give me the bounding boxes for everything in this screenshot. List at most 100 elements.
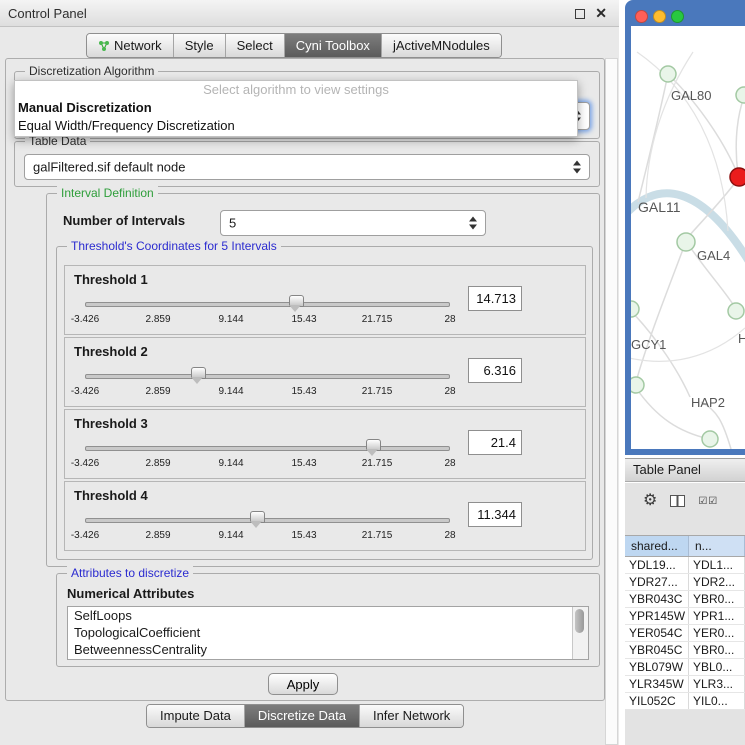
slider-track[interactable]: [85, 374, 450, 379]
apply-button[interactable]: Apply: [268, 673, 338, 695]
close-button[interactable]: [635, 10, 648, 23]
minimize-button[interactable]: [653, 10, 666, 23]
group-title-interval: Interval Definition: [57, 186, 158, 200]
dropdown-option[interactable]: Equal Width/Frequency Discretization: [15, 117, 577, 135]
table-row[interactable]: YIL052CYIL0...: [625, 693, 745, 710]
table-row[interactable]: YBL079WYBL0...: [625, 659, 745, 676]
slider-track[interactable]: [85, 518, 450, 523]
column-header[interactable]: n...: [689, 536, 745, 556]
columns-icon[interactable]: [670, 495, 685, 507]
network-node[interactable]: [660, 66, 676, 82]
threshold-slider-1[interactable]: [85, 294, 450, 314]
close-icon[interactable]: ✕: [595, 5, 607, 22]
threshold-slider-3[interactable]: [85, 438, 450, 458]
scale-label: 15.43: [291, 386, 316, 397]
table-row[interactable]: YBR045CYBR0...: [625, 642, 745, 659]
algorithm-dropdown: Select algorithm to view settings Manual…: [14, 80, 578, 137]
tab-impute-data[interactable]: Impute Data: [147, 705, 244, 727]
network-node[interactable]: [730, 168, 745, 186]
scale-label: 9.144: [218, 314, 243, 325]
network-node[interactable]: [631, 301, 639, 317]
network-edge[interactable]: [638, 74, 668, 202]
tab-strip: NetworkStyle Select Cyni ToolboxjActiveMNo…: [86, 33, 502, 58]
table-cell: YPR145W: [625, 608, 689, 624]
table-row[interactable]: YDL19...YDL1...: [625, 557, 745, 574]
intervals-count-combobox[interactable]: 5: [220, 210, 486, 236]
table-panel: ⚙ ☑☑ shared...n... YDL19...YDL1...YDR27..…: [625, 483, 745, 745]
threshold-label: Threshold 2: [74, 344, 148, 359]
threshold-box-2: Threshold 2-3.4262.8599.14415.4321.71528: [64, 337, 586, 407]
table-row[interactable]: YBR043CYBR0...: [625, 591, 745, 608]
tab-label: Select: [237, 38, 273, 53]
attributes-list[interactable]: SelfLoopsTopologicalCoefficientBetweenne…: [67, 606, 589, 660]
threshold-slider-4[interactable]: [85, 510, 450, 530]
network-node[interactable]: [677, 233, 695, 251]
attributes-group: Attributes to discretize Numerical Attri…: [56, 573, 600, 667]
threshold-slider-2[interactable]: [85, 366, 450, 386]
list-item[interactable]: BetweennessCentrality: [68, 641, 588, 658]
list-scrollbar[interactable]: [572, 607, 588, 659]
network-edge[interactable]: [736, 97, 744, 174]
threshold-value-field-3[interactable]: [468, 430, 522, 455]
table-cell: YBL079W: [625, 659, 689, 675]
node-table: shared...n... YDL19...YDL1...YDR27...YDR…: [625, 535, 745, 710]
threshold-label: Threshold 4: [74, 488, 148, 503]
threshold-value-field-4[interactable]: [468, 502, 522, 527]
tab-jactivemnodules[interactable]: jActiveMNodules: [381, 34, 501, 57]
node-label: GAL4: [697, 248, 730, 263]
network-node[interactable]: [728, 303, 744, 319]
table-row[interactable]: YLR345WYLR3...: [625, 676, 745, 693]
network-node[interactable]: [702, 431, 718, 447]
scale-label: 9.144: [218, 458, 243, 469]
slider-track[interactable]: [85, 446, 450, 451]
table-cell: YDR27...: [625, 574, 689, 590]
table-row[interactable]: YDR27...YDR2...: [625, 574, 745, 591]
slider-thumb[interactable]: [250, 511, 265, 523]
scrollbar-thumb[interactable]: [575, 609, 584, 633]
scale-label: -3.426: [71, 314, 99, 325]
interval-definition-group: Interval Definition Number of Intervals …: [46, 193, 600, 567]
scale-label: 21.715: [362, 386, 393, 397]
table-toolbar: ⚙ ☑☑: [625, 487, 745, 515]
zoom-button[interactable]: [671, 10, 684, 23]
combobox-arrows-icon: [469, 217, 478, 230]
list-item[interactable]: TopologicalCoefficient: [68, 624, 588, 641]
tab-style[interactable]: Style: [173, 34, 225, 57]
threshold-value-field-1[interactable]: [468, 286, 522, 311]
slider-track[interactable]: [85, 302, 450, 307]
slider-thumb[interactable]: [366, 439, 381, 451]
control-panel-scrollbar[interactable]: [605, 58, 618, 745]
float-window-icon[interactable]: [575, 9, 585, 19]
table-row[interactable]: YER054CYER0...: [625, 625, 745, 642]
list-item[interactable]: SelfLoops: [68, 607, 588, 624]
slider-scale: -3.4262.8599.14415.4321.71528: [85, 386, 450, 398]
bottom-tab-strip: Impute DataDiscretize DataInfer Network: [146, 704, 464, 728]
tab-select[interactable]: Select: [225, 34, 284, 57]
dropdown-option[interactable]: Manual Discretization: [15, 99, 577, 117]
tab-infer-network[interactable]: Infer Network: [359, 705, 463, 727]
tab-discretize-data[interactable]: Discretize Data: [244, 705, 359, 727]
gear-icon[interactable]: ⚙: [643, 493, 657, 509]
threshold-box-1: Threshold 1-3.4262.8599.14415.4321.71528: [64, 265, 586, 335]
checkbox-icons[interactable]: ☑☑: [698, 496, 718, 507]
tab-cyni-toolbox[interactable]: Cyni Toolbox: [284, 34, 381, 57]
network-node[interactable]: [631, 377, 644, 393]
tab-network[interactable]: Network: [87, 34, 173, 57]
table-row[interactable]: YPR145WYPR1...: [625, 608, 745, 625]
slider-thumb[interactable]: [289, 295, 304, 307]
scale-label: 28: [444, 314, 455, 325]
slider-thumb[interactable]: [191, 367, 206, 379]
threshold-box-3: Threshold 3-3.4262.8599.14415.4321.71528: [64, 409, 586, 479]
dropdown-options: Manual DiscretizationEqual Width/Frequen…: [15, 99, 577, 135]
scale-label: 21.715: [362, 458, 393, 469]
threshold-value-field-2[interactable]: [468, 358, 522, 383]
cyni-toolbox-panel: Discretization Algorithm Table Data galF…: [5, 58, 605, 701]
network-canvas[interactable]: GAL80GAL11GAL4GCY1HAP2H: [631, 26, 745, 449]
scale-label: 28: [444, 386, 455, 397]
node-label: H: [738, 331, 745, 346]
network-edge[interactable]: [689, 179, 738, 236]
network-node[interactable]: [736, 87, 745, 103]
column-header[interactable]: shared...: [625, 536, 689, 556]
table-cell: YER054C: [625, 625, 689, 641]
table-data-combobox[interactable]: galFiltered.sif default node: [24, 154, 590, 180]
